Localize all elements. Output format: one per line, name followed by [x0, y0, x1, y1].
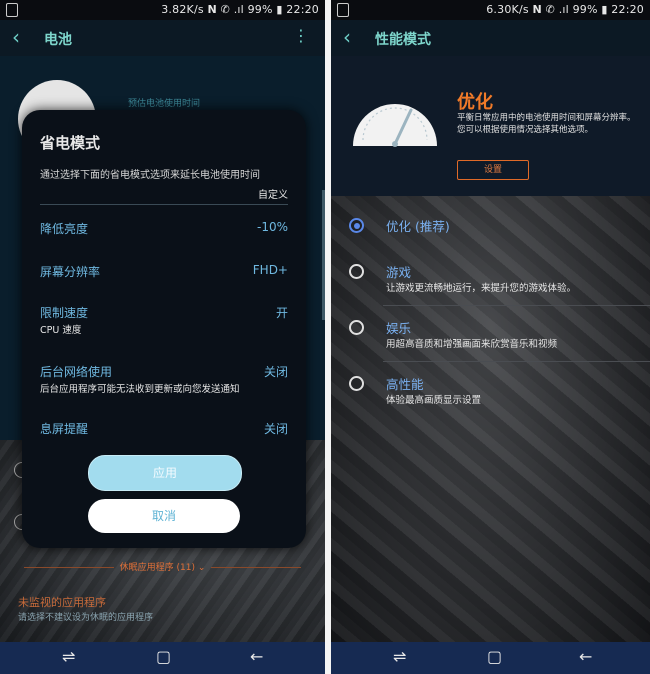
option-high-performance[interactable]: 高性能 体验最高画质显示设置	[331, 366, 650, 418]
setting-sublabel: CPU 速度	[40, 325, 82, 336]
radio-selected-icon[interactable]	[349, 218, 364, 233]
settings-button[interactable]: 设置	[457, 160, 529, 180]
hibernate-apps-label: 休眠应用程序 (11) ⌄	[119, 563, 206, 573]
status-bar: 3.82K/s 𝗡 ✆ .ıl 99% ▮ 22:20	[0, 0, 325, 20]
hibernate-apps-toggle[interactable]: 休眠应用程序 (11) ⌄	[0, 560, 325, 573]
customize-link[interactable]: 自定义	[258, 186, 288, 201]
radio-icon[interactable]	[349, 264, 364, 279]
setting-sublabel: 后台应用程序可能无法收到更新或向您发送通知	[40, 384, 240, 395]
setting-value: 关闭	[263, 422, 288, 436]
option-title: 优化 (推荐)	[386, 219, 450, 234]
option-title: 游戏	[386, 265, 412, 280]
setting-label: 降低亮度	[40, 222, 89, 236]
home-icon[interactable]: ▢	[156, 648, 171, 666]
setting-value: 关闭	[263, 365, 288, 379]
predicted-time-label: 预估电池使用时间	[128, 99, 201, 109]
option-description: 让游戏更流畅地运行，来提升您的游戏体验。	[386, 283, 577, 294]
unmonitored-apps-title[interactable]: 未监视的应用程序	[18, 594, 106, 610]
page-title: 电池	[44, 32, 72, 48]
setting-value: -10%	[256, 220, 288, 234]
cancel-button[interactable]: 取消	[88, 499, 240, 533]
setting-label: 息屏提醒	[40, 422, 89, 436]
app-bar: ‹ 性能模式	[331, 20, 650, 56]
more-options-icon[interactable]: ⋮	[293, 26, 309, 45]
dialog-title: 省电模式	[40, 134, 101, 152]
divider	[40, 204, 288, 205]
notification-icon	[6, 3, 18, 17]
status-text: 6.30K/s 𝗡 ✆ .ıl 99% ▮ 22:20	[486, 3, 644, 16]
recent-apps-icon[interactable]: ⇌	[62, 648, 75, 666]
option-entertainment[interactable]: 娱乐 用超高音质和增强画面来欣赏音乐和视频	[331, 310, 650, 362]
setting-label: 限制速度	[40, 306, 89, 320]
mode-header: 优化 平衡日常应用中的电池使用时间和屏幕分辨率。您可以根据使用情况选择其他选项。…	[331, 56, 650, 196]
status-text: 3.82K/s 𝗡 ✆ .ıl 99% ▮ 22:20	[161, 3, 319, 16]
setting-value: 开	[275, 306, 288, 320]
setting-row-background-network[interactable]: 后台网络使用 关闭 后台应用程序可能无法收到更新或向您发送通知	[40, 363, 288, 397]
notification-icon	[337, 3, 349, 17]
setting-row-resolution[interactable]: 屏幕分辨率 FHD+	[40, 263, 288, 297]
option-description: 体验最高画质显示设置	[386, 395, 482, 406]
recent-apps-icon[interactable]: ⇌	[393, 648, 406, 666]
back-icon[interactable]: ←	[579, 648, 592, 666]
back-arrow-icon[interactable]: ‹	[12, 26, 20, 48]
option-title: 高性能	[386, 377, 424, 392]
option-optimized[interactable]: 优化 (推荐)	[331, 208, 650, 248]
mode-description: 平衡日常应用中的电池使用时间和屏幕分辨率。您可以根据使用情况选择其他选项。	[457, 113, 636, 135]
back-icon[interactable]: ←	[250, 648, 263, 666]
setting-row-always-on-display[interactable]: 息屏提醒 关闭	[40, 420, 288, 454]
status-bar: 6.30K/s 𝗡 ✆ .ıl 99% ▮ 22:20	[331, 0, 650, 20]
navigation-bar: ⇌ ▢ ←	[331, 642, 650, 674]
power-saving-dialog: 省电模式 通过选择下面的省电模式选项来延长电池使用时间 自定义 降低亮度 -10…	[22, 110, 306, 548]
setting-label: 后台网络使用	[40, 365, 113, 379]
navigation-bar: ⇌ ▢ ←	[0, 642, 325, 674]
option-game[interactable]: 游戏 让游戏更流畅地运行，来提升您的游戏体验。	[331, 254, 650, 306]
app-bar: ‹ 电池 ⋮	[0, 20, 325, 56]
back-arrow-icon[interactable]: ‹	[343, 26, 351, 48]
option-title: 娱乐	[386, 321, 412, 336]
setting-row-brightness[interactable]: 降低亮度 -10%	[40, 220, 288, 254]
battery-screen: 3.82K/s 𝗡 ✆ .ıl 99% ▮ 22:20 ‹ 电池 ⋮ 预估电池使…	[0, 0, 325, 674]
setting-label: 屏幕分辨率	[40, 265, 101, 279]
unmonitored-apps-desc: 请选择不建议设为休眠的应用程序	[18, 613, 154, 623]
apply-button[interactable]: 应用	[88, 455, 242, 491]
home-icon[interactable]: ▢	[487, 648, 502, 666]
setting-row-cpu-limit[interactable]: 限制速度 开 CPU 速度	[40, 304, 288, 338]
dialog-description: 通过选择下面的省电模式选项来延长电池使用时间	[40, 170, 260, 181]
mode-title: 优化	[457, 92, 493, 113]
option-description: 用超高音质和增强画面来欣赏音乐和视频	[386, 339, 558, 350]
setting-value: FHD+	[252, 263, 288, 277]
radio-icon[interactable]	[349, 320, 364, 335]
radio-icon[interactable]	[349, 376, 364, 391]
page-title: 性能模式	[375, 32, 431, 48]
speedometer-icon	[353, 104, 437, 147]
performance-mode-screen: 6.30K/s 𝗡 ✆ .ıl 99% ▮ 22:20 ‹ 性能模式 优化 平衡…	[331, 0, 650, 674]
